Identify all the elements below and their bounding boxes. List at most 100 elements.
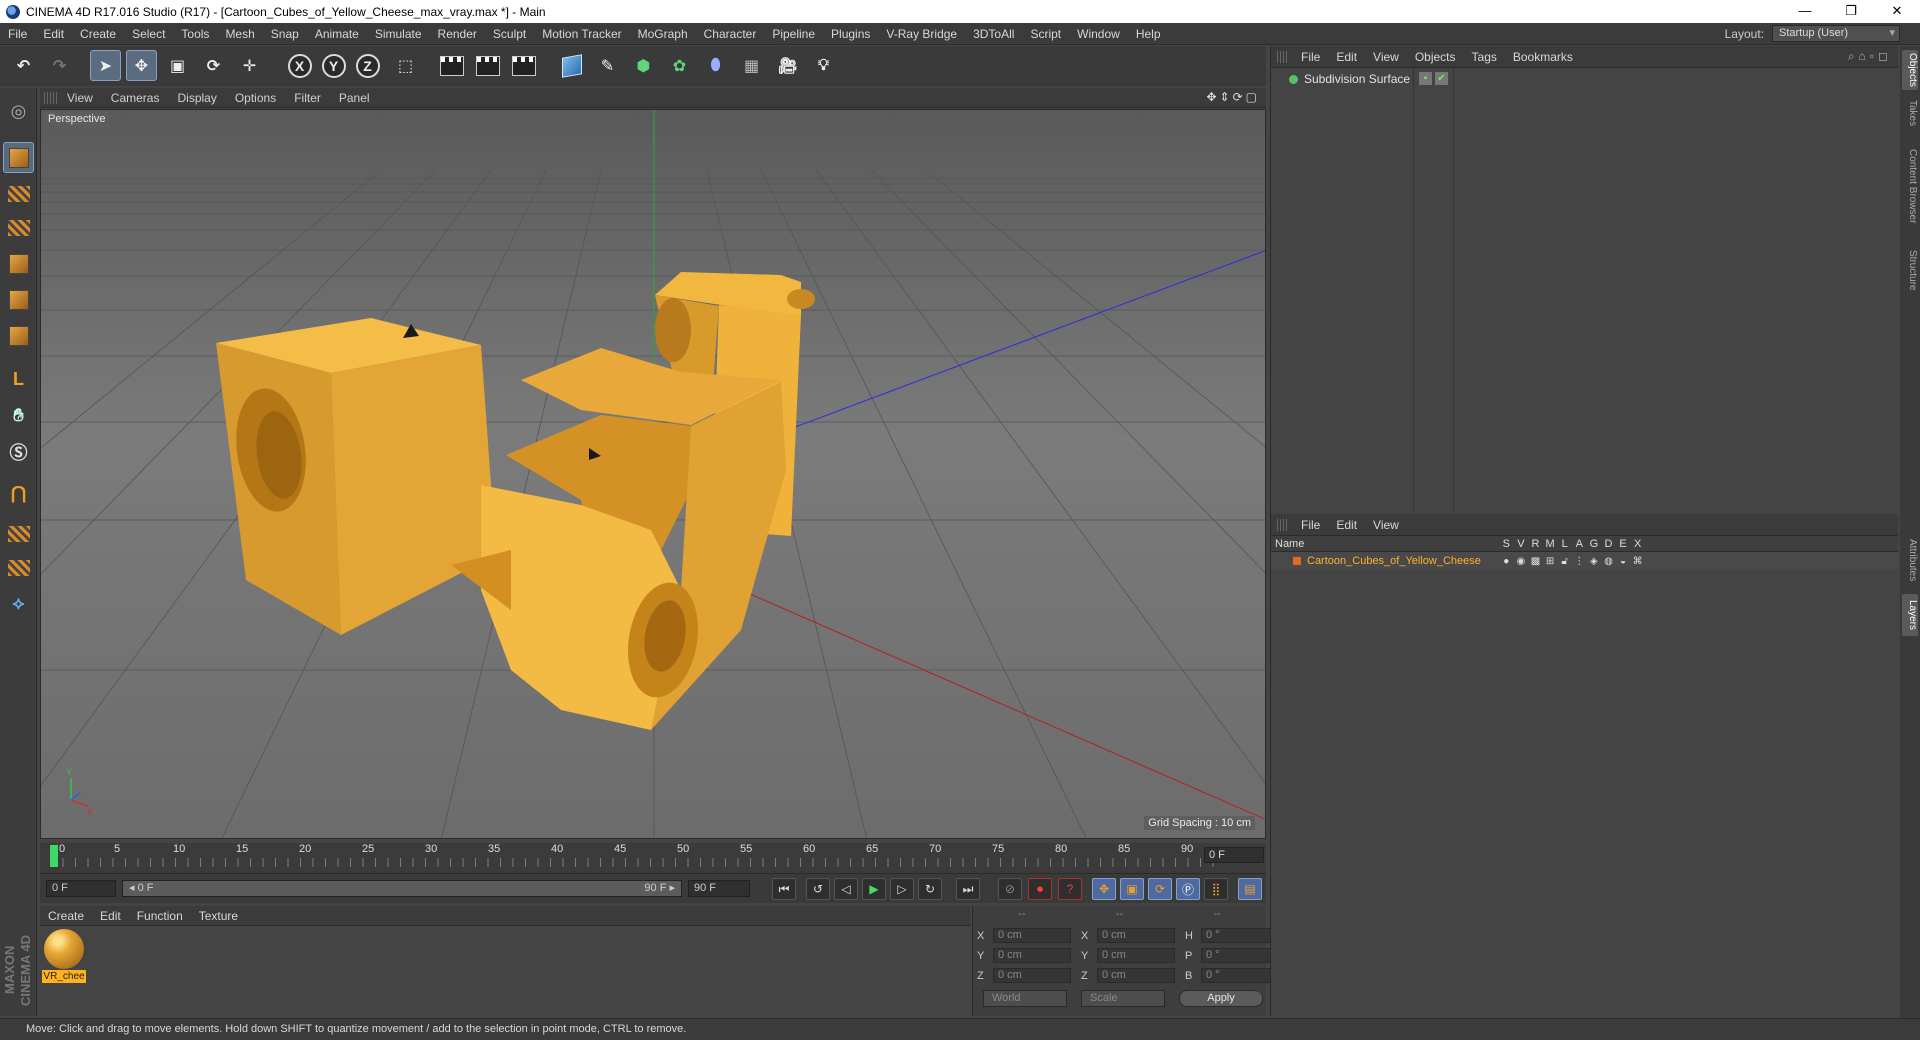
viewport-menu-display[interactable]: Display [168, 91, 225, 105]
menu-render[interactable]: Render [430, 23, 485, 45]
transform-tool-icon[interactable]: ✛ [234, 50, 265, 81]
coordinate-space-dropdown[interactable]: World [983, 990, 1067, 1007]
size-z-field[interactable]: 0 cm [1097, 968, 1175, 983]
redo-icon[interactable]: ↷ [44, 50, 75, 81]
material-item[interactable]: VR_chee [42, 927, 86, 983]
scale-tool-icon[interactable]: ▣ [162, 50, 193, 81]
workplane-mode-icon[interactable] [3, 212, 34, 243]
size-x-field[interactable]: 0 cm [1097, 928, 1175, 943]
viewport-menu-options[interactable]: Options [226, 91, 285, 105]
minimize-button[interactable]: — [1782, 0, 1828, 23]
layer-dot-icon[interactable]: ▪ [1419, 72, 1432, 85]
render-settings-icon[interactable] [508, 50, 539, 81]
previous-key-button[interactable]: ↺ [806, 878, 830, 900]
menu-window[interactable]: Window [1069, 23, 1128, 45]
go-to-start-button[interactable]: ⏮ [772, 878, 796, 900]
edges-mode-icon[interactable] [3, 284, 34, 315]
menu-simulate[interactable]: Simulate [367, 23, 430, 45]
snap-icon[interactable]: Ⓢ [3, 436, 34, 467]
key-scale-icon[interactable]: ▣ [1120, 878, 1144, 900]
object-menu-edit[interactable]: Edit [1328, 50, 1365, 64]
undo-icon[interactable]: ↶ [8, 50, 39, 81]
cheese-cube-front[interactable] [451, 348, 786, 730]
layout-select[interactable]: Startup (User) [1772, 25, 1900, 42]
menu-help[interactable]: Help [1128, 23, 1169, 45]
record-active-objects-icon[interactable]: ⏺︎ [1028, 878, 1052, 900]
object-menu-file[interactable]: File [1293, 50, 1328, 64]
menu-mesh[interactable]: Mesh [217, 23, 262, 45]
size-y-field[interactable]: 0 cm [1097, 948, 1175, 963]
position-z-field[interactable]: 0 cm [993, 968, 1071, 983]
material-menu-texture[interactable]: Texture [191, 909, 246, 923]
animation-icon[interactable]: ⋮ [1572, 556, 1587, 567]
polygons-mode-icon[interactable] [3, 320, 34, 351]
menu-edit[interactable]: Edit [35, 23, 72, 45]
viewport-menu-filter[interactable]: Filter [285, 91, 330, 105]
x-axis-lock-icon[interactable]: X [284, 50, 315, 81]
generator-icon[interactable]: ◈ [1587, 556, 1602, 567]
playhead[interactable] [50, 845, 58, 867]
floor-environment-icon[interactable]: ▦ [736, 50, 767, 81]
previous-frame-button[interactable]: ◁ [834, 878, 858, 900]
menu-mograph[interactable]: MoGraph [630, 23, 696, 45]
cube-primitive-icon[interactable] [556, 50, 587, 81]
layer-color-swatch[interactable] [1293, 557, 1301, 565]
solo-icon[interactable]: ● [1499, 556, 1514, 567]
render-view-icon[interactable] [436, 50, 467, 81]
viewport-menu-panel[interactable]: Panel [330, 91, 379, 105]
layer-col-animation[interactable]: A [1572, 538, 1587, 550]
menu-motion-tracker[interactable]: Motion Tracker [534, 23, 629, 45]
layer-col-xref[interactable]: X [1630, 538, 1645, 550]
manager-icon[interactable]: ⊞ [1543, 556, 1558, 567]
tab-attributes[interactable]: Attributes [1902, 532, 1918, 588]
layer-row[interactable]: Cartoon_Cubes_of_Yellow_Cheese ● ◉ ▩ ⊞ 🔓… [1271, 552, 1898, 570]
layer-col-solo[interactable]: S [1499, 538, 1514, 550]
menu-script[interactable]: Script [1022, 23, 1069, 45]
lock-workplane-icon[interactable] [3, 518, 34, 549]
menu-file[interactable]: File [0, 23, 35, 45]
next-frame-button[interactable]: ▷ [890, 878, 914, 900]
subdivision-generator-icon[interactable]: ⬢ [628, 50, 659, 81]
layer-menu-edit[interactable]: Edit [1328, 518, 1365, 532]
panel-grip-icon[interactable] [1277, 518, 1287, 531]
panel-grip-icon[interactable] [44, 91, 58, 104]
record-keys-disabled-icon[interactable]: ⊘ [998, 878, 1022, 900]
go-to-end-button[interactable]: ⏭ [956, 878, 980, 900]
layer-col-view[interactable]: V [1514, 538, 1529, 550]
position-y-field[interactable]: 0 cm [993, 948, 1071, 963]
rotation-p-field[interactable]: 0 ° [1201, 948, 1279, 963]
material-menu-create[interactable]: Create [40, 909, 92, 923]
layer-menu-file[interactable]: File [1293, 518, 1328, 532]
texture-mode-icon[interactable] [3, 178, 34, 209]
key-point-level-icon[interactable]: ⣿ [1204, 878, 1228, 900]
start-frame-field[interactable]: 0 F [46, 880, 116, 897]
rotation-b-field[interactable]: 0 ° [1201, 968, 1279, 983]
tab-layers[interactable]: Layers [1902, 594, 1918, 636]
menu-plugins[interactable]: Plugins [823, 23, 878, 45]
z-axis-lock-icon[interactable]: Z [352, 50, 383, 81]
layer-col-expressions[interactable]: E [1616, 538, 1631, 550]
layer-col-deformers[interactable]: D [1601, 538, 1616, 550]
rotate-tool-icon[interactable]: ⟳ [198, 50, 229, 81]
lock-icon[interactable]: 🔓︎ [1557, 556, 1572, 567]
position-x-field[interactable]: 0 cm [993, 928, 1071, 943]
tab-objects[interactable]: Objects [1902, 50, 1918, 90]
menu-vray-bridge[interactable]: V-Ray Bridge [878, 23, 965, 45]
menu-sculpt[interactable]: Sculpt [485, 23, 534, 45]
menu-create[interactable]: Create [72, 23, 124, 45]
object-visibility-toggles[interactable]: ▪ ✔ [1419, 72, 1449, 86]
menu-select[interactable]: Select [124, 23, 173, 45]
camera-icon[interactable]: 🎥︎ [772, 50, 803, 81]
make-editable-icon[interactable]: ◎ [3, 96, 34, 127]
object-menu-view[interactable]: View [1365, 50, 1407, 64]
key-rotation-icon[interactable]: ⟳ [1148, 878, 1172, 900]
xref-icon[interactable]: ⌘ [1630, 556, 1645, 567]
tab-structure[interactable]: Structure [1902, 242, 1918, 298]
viewport-navigation-icons[interactable]: ✥⇕⟳▢ [1206, 90, 1260, 104]
layer-col-manager[interactable]: M [1543, 538, 1558, 550]
tab-takes[interactable]: Takes [1902, 96, 1918, 130]
viewport-menu-cameras[interactable]: Cameras [102, 91, 169, 105]
key-position-icon[interactable]: ✥ [1092, 878, 1116, 900]
enabled-check-icon[interactable]: ✔ [1435, 72, 1448, 85]
select-tool-icon[interactable]: ➤ [90, 50, 121, 81]
